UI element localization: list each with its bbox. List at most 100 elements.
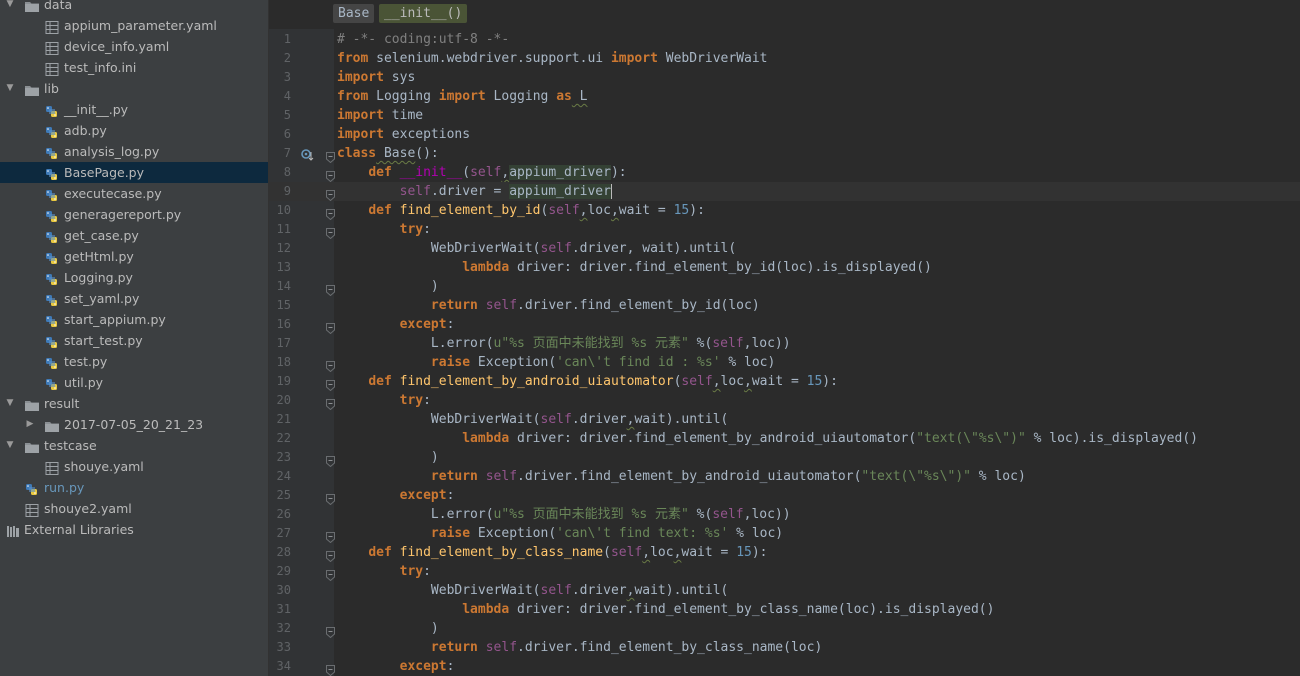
- breadcrumb-class[interactable]: Base: [333, 4, 375, 23]
- code-text[interactable]: def __init__(self,appium_driver):: [337, 163, 627, 182]
- code-line[interactable]: 3 import sys: [269, 68, 1300, 87]
- code-line[interactable]: 23 ): [269, 448, 1300, 468]
- tree-item[interactable]: appium_parameter.yaml: [0, 15, 268, 36]
- code-line[interactable]: 13 lambda driver: driver.find_element_by…: [269, 258, 1300, 277]
- code-line[interactable]: 32 ): [269, 619, 1300, 639]
- code-text[interactable]: def find_element_by_android_uiautomator(…: [337, 372, 838, 391]
- code-line[interactable]: 19 def find_element_by_android_uiautomat…: [269, 372, 1300, 392]
- code-text[interactable]: ): [337, 619, 439, 638]
- code-text[interactable]: L.error(u"%s 页面中未能找到 %s 元素" %(self,loc)): [337, 334, 791, 353]
- code-text[interactable]: def find_element_by_class_name(self,loc,…: [337, 543, 767, 562]
- code-line[interactable]: 7 class Base():: [269, 144, 1300, 164]
- code-text[interactable]: except:: [337, 657, 455, 676]
- fold-marker-icon[interactable]: [326, 319, 335, 335]
- tree-item[interactable]: ▶ 2017-07-05_20_21_23: [0, 414, 268, 435]
- code-text[interactable]: from selenium.webdriver.support.ui impor…: [337, 49, 768, 68]
- code-line[interactable]: 10 def find_element_by_id(self,loc,wait …: [269, 201, 1300, 221]
- tree-item[interactable]: ▼ testcase: [0, 435, 268, 456]
- code-text[interactable]: WebDriverWait(self.driver, wait).until(: [337, 239, 736, 258]
- tree-item[interactable]: executecase.py: [0, 183, 268, 204]
- tree-item[interactable]: run.py: [0, 477, 268, 498]
- code-text[interactable]: try:: [337, 391, 431, 410]
- chevron-down-icon[interactable]: ▼: [5, 78, 15, 99]
- tree-item[interactable]: ▼ lib: [0, 78, 268, 99]
- code-line[interactable]: 33 return self.driver.find_element_by_cl…: [269, 638, 1300, 657]
- tree-item[interactable]: generagereport.py: [0, 204, 268, 225]
- fold-marker-icon[interactable]: [326, 395, 335, 411]
- code-line[interactable]: 34 except:: [269, 657, 1300, 676]
- tree-item[interactable]: set_yaml.py: [0, 288, 268, 309]
- code-line[interactable]: 16 except:: [269, 315, 1300, 335]
- chevron-down-icon[interactable]: ▼: [5, 0, 15, 15]
- code-line[interactable]: 9 self.driver = appium_driver: [269, 182, 1300, 202]
- code-text[interactable]: class Base():: [337, 144, 439, 163]
- code-line[interactable]: 18 raise Exception('can\'t find id : %s'…: [269, 353, 1300, 373]
- tree-item[interactable]: util.py: [0, 372, 268, 393]
- code-text[interactable]: raise Exception('can\'t find text: %s' %…: [337, 524, 783, 543]
- code-text[interactable]: return self.driver.find_element_by_andro…: [337, 467, 1026, 486]
- code-line[interactable]: 31 lambda driver: driver.find_element_by…: [269, 600, 1300, 619]
- code-text[interactable]: WebDriverWait(self.driver,wait).until(: [337, 581, 728, 600]
- tree-item[interactable]: adb.py: [0, 120, 268, 141]
- chevron-down-icon[interactable]: ▼: [5, 393, 15, 414]
- tree-item[interactable]: BasePage.py: [0, 162, 268, 183]
- code-text[interactable]: WebDriverWait(self.driver,wait).until(: [337, 410, 728, 429]
- code-text[interactable]: except:: [337, 486, 455, 505]
- code-text[interactable]: try:: [337, 562, 431, 581]
- code-editor[interactable]: Base __init__() 1 # -*- coding:utf-8 -*- 2…: [269, 0, 1300, 676]
- fold-marker-icon[interactable]: [326, 452, 335, 468]
- code-text[interactable]: return self.driver.find_element_by_id(lo…: [337, 296, 760, 315]
- tree-item[interactable]: External Libraries: [0, 519, 268, 540]
- tree-item[interactable]: ▼ result: [0, 393, 268, 414]
- fold-marker-icon[interactable]: [326, 376, 335, 392]
- tree-item[interactable]: test.py: [0, 351, 268, 372]
- code-text[interactable]: ): [337, 448, 439, 467]
- code-text[interactable]: try:: [337, 220, 431, 239]
- code-line[interactable]: 15 return self.driver.find_element_by_id…: [269, 296, 1300, 315]
- code-text[interactable]: L.error(u"%s 页面中未能找到 %s 元素" %(self,loc)): [337, 505, 791, 524]
- code-text[interactable]: from Logging import Logging as L: [337, 87, 588, 106]
- project-tree[interactable]: ▼ data appium_parameter.yaml device_info.ya…: [0, 0, 268, 676]
- override-marker-icon[interactable]: [300, 147, 314, 161]
- tree-item[interactable]: start_test.py: [0, 330, 268, 351]
- fold-marker-icon[interactable]: [326, 205, 335, 221]
- tree-item[interactable]: Logging.py: [0, 267, 268, 288]
- code-text[interactable]: import time: [337, 106, 423, 125]
- code-line[interactable]: 29 try:: [269, 562, 1300, 582]
- code-line[interactable]: 26 L.error(u"%s 页面中未能找到 %s 元素" %(self,lo…: [269, 505, 1300, 524]
- chevron-right-icon[interactable]: ▶: [25, 414, 35, 435]
- fold-marker-icon[interactable]: [326, 490, 335, 506]
- code-line[interactable]: 22 lambda driver: driver.find_element_by…: [269, 429, 1300, 448]
- code-line[interactable]: 2 from selenium.webdriver.support.ui impo…: [269, 49, 1300, 68]
- code-text[interactable]: self.driver = appium_driver: [337, 182, 612, 201]
- breadcrumb-method[interactable]: __init__(): [379, 4, 468, 23]
- code-text[interactable]: lambda driver: driver.find_element_by_cl…: [337, 600, 994, 619]
- code-text[interactable]: import exceptions: [337, 125, 470, 144]
- fold-marker-icon[interactable]: [326, 661, 335, 676]
- code-line[interactable]: 1 # -*- coding:utf-8 -*-: [269, 30, 1300, 49]
- code-line[interactable]: 12 WebDriverWait(self.driver, wait).unti…: [269, 239, 1300, 258]
- fold-marker-icon[interactable]: [326, 528, 335, 544]
- fold-marker-icon[interactable]: [326, 623, 335, 639]
- fold-marker-icon[interactable]: [326, 547, 335, 563]
- tree-item[interactable]: ▼ data: [0, 0, 268, 15]
- code-text[interactable]: ): [337, 277, 439, 296]
- code-text[interactable]: lambda driver: driver.find_element_by_an…: [337, 429, 1198, 448]
- code-text[interactable]: import sys: [337, 68, 415, 87]
- code-line[interactable]: 30 WebDriverWait(self.driver,wait).until…: [269, 581, 1300, 600]
- code-text[interactable]: lambda driver: driver.find_element_by_id…: [337, 258, 932, 277]
- code-line[interactable]: 5 import time: [269, 106, 1300, 125]
- tree-item[interactable]: shouye2.yaml: [0, 498, 268, 519]
- code-line[interactable]: 4 from Logging import Logging as L: [269, 87, 1300, 106]
- code-line[interactable]: 8 def __init__(self,appium_driver):: [269, 163, 1300, 183]
- code-line[interactable]: 21 WebDriverWait(self.driver,wait).until…: [269, 410, 1300, 429]
- fold-marker-icon[interactable]: [326, 167, 335, 183]
- tree-item[interactable]: get_case.py: [0, 225, 268, 246]
- code-line[interactable]: 28 def find_element_by_class_name(self,l…: [269, 543, 1300, 563]
- tree-item[interactable]: device_info.yaml: [0, 36, 268, 57]
- code-line[interactable]: 27 raise Exception('can\'t find text: %s…: [269, 524, 1300, 544]
- fold-marker-icon[interactable]: [326, 186, 335, 202]
- code-line[interactable]: 14 ): [269, 277, 1300, 297]
- code-line[interactable]: 24 return self.driver.find_element_by_an…: [269, 467, 1300, 486]
- tree-item[interactable]: test_info.ini: [0, 57, 268, 78]
